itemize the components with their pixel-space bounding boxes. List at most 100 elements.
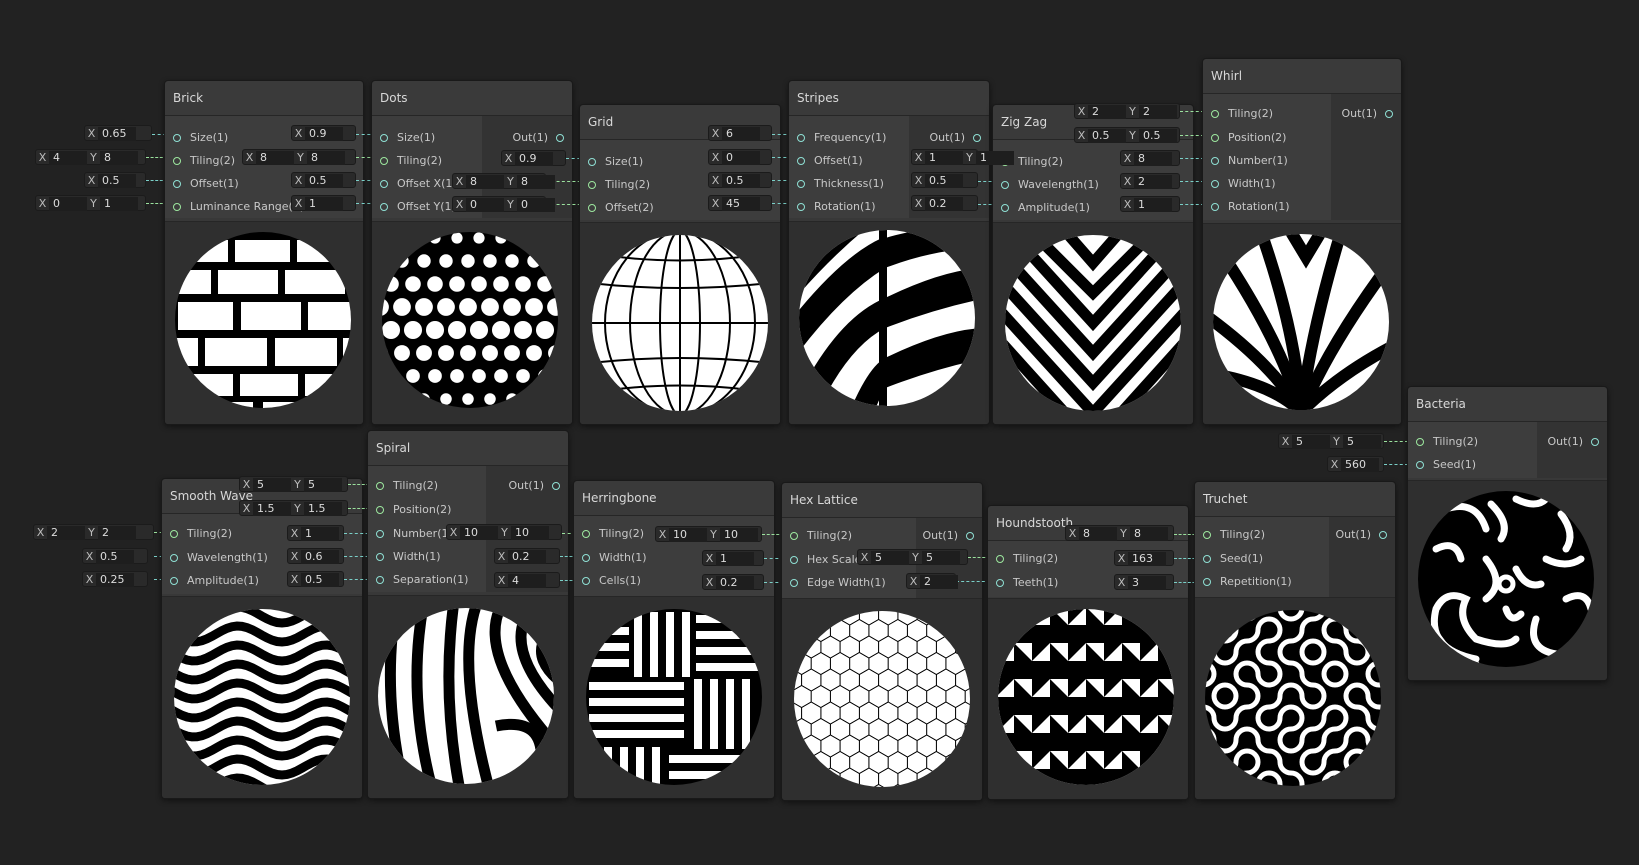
input-size[interactable]: Size(1) <box>173 131 228 145</box>
grid-tiling-field[interactable]: X8Y8 <box>452 173 555 189</box>
output-out[interactable]: Out(1) <box>484 131 564 145</box>
input-teeth[interactable]: Teeth(1) <box>996 576 1058 590</box>
herringbone-cells-field[interactable]: X4 <box>494 572 560 588</box>
whirl-node[interactable]: Whirl Out(1) Tiling(2) Position(2) Numbe… <box>1202 58 1402 425</box>
input-position[interactable]: Position(2) <box>1211 131 1286 145</box>
hexlattice-node[interactable]: Hex Lattice Out(1) Tiling(2) Hex Scale(1… <box>781 482 983 801</box>
zigzag-amplitude-field[interactable]: X 0.2 <box>911 195 978 211</box>
houndstooth-teeth-field[interactable]: X2 <box>906 573 958 589</box>
input-seed[interactable]: Seed(1) <box>1416 458 1476 472</box>
spiral-separation-field[interactable]: X 0.5 <box>287 571 344 587</box>
input-seed[interactable]: Seed(1) <box>1203 552 1263 566</box>
stripes-thickness-field[interactable]: X 0.5 <box>708 172 772 188</box>
input-size[interactable]: Size(1) <box>380 131 435 145</box>
input-tiling[interactable]: Tiling(2) <box>173 154 235 168</box>
spiral-tiling-field[interactable]: X5Y5 <box>239 476 348 492</box>
bacteria-node[interactable]: Bacteria Out(1) Tiling(2) Seed(1) <box>1407 386 1608 681</box>
stripes-offset-field[interactable]: X0 <box>708 149 772 165</box>
input-tiling[interactable]: Tiling(2) <box>1211 107 1273 121</box>
input-edge-width[interactable]: Edge Width(1) <box>790 576 886 590</box>
input-offset[interactable]: Offset(1) <box>173 177 239 191</box>
input-position[interactable]: Position(2) <box>376 503 451 517</box>
input-tiling[interactable]: Tiling(2) <box>1416 435 1478 449</box>
dots-node[interactable]: Dots Out(1) Size(1) Tiling(2) Offset X(1… <box>371 80 573 425</box>
input-width[interactable]: Width(1) <box>376 550 441 564</box>
node-title[interactable]: Truchet <box>1195 482 1395 517</box>
spiral-number-field[interactable]: X1 <box>287 525 344 541</box>
input-thickness[interactable]: Thickness(1) <box>797 177 884 191</box>
node-title[interactable]: Spiral <box>368 431 568 466</box>
input-width[interactable]: Width(1) <box>1211 177 1276 191</box>
spiral-node[interactable]: Spiral Out(1) Tiling(2) Position(2) Numb… <box>367 430 569 799</box>
spiral-position-field[interactable]: X 1.5 Y 1.5 <box>239 500 348 516</box>
shader-graph-canvas[interactable]: { "nodes":{ "brick":{"title":"Brick","in… <box>0 0 1639 865</box>
truchet-tiling-field[interactable]: X8Y8 <box>1065 525 1174 541</box>
input-width[interactable]: Width(1) <box>582 551 647 565</box>
input-tiling[interactable]: Tiling(2) <box>790 529 852 543</box>
dots-offsetx-field[interactable]: X 0.5 <box>291 172 356 188</box>
truchet-seed-field[interactable]: X 163 <box>1114 550 1174 566</box>
input-cells[interactable]: Cells(1) <box>582 574 641 588</box>
input-separation[interactable]: Separation(1) <box>376 573 468 587</box>
hexlattice-scale-field[interactable]: X1 <box>702 550 764 566</box>
output-out[interactable]: Out(1) <box>911 131 981 145</box>
node-title[interactable]: Whirl <box>1203 59 1401 94</box>
brick-size-field[interactable]: X 0.65 <box>84 125 152 141</box>
stripes-rotation-field[interactable]: X 45 <box>708 195 772 211</box>
output-out[interactable]: Out(1) <box>1333 107 1393 121</box>
bacteria-tiling-field[interactable]: X5Y5 <box>1278 433 1384 449</box>
node-title[interactable]: Dots <box>372 81 572 116</box>
stripes-node[interactable]: Stripes Out(1) Frequency(1) Offset(1) Th… <box>788 80 990 425</box>
output-out[interactable]: Out(1) <box>488 479 560 493</box>
herringbone-tiling-field[interactable]: X 10 Y 10 <box>446 524 562 540</box>
bacteria-seed-field[interactable]: X 560 <box>1327 456 1384 472</box>
truchet-repetition-field[interactable]: X3 <box>1114 574 1174 590</box>
input-tiling[interactable]: Tiling(2) <box>380 154 442 168</box>
truchet-node[interactable]: Truchet Out(1) Tiling(2) Seed(1) Repetit… <box>1194 481 1396 800</box>
input-tiling[interactable]: Tiling(2) <box>1203 528 1265 542</box>
output-out[interactable]: Out(1) <box>916 529 974 543</box>
node-title[interactable]: Stripes <box>789 81 989 116</box>
whirl-rotation-field[interactable]: X1 <box>1120 196 1180 212</box>
input-size[interactable]: Size(1) <box>588 155 643 169</box>
input-rotation[interactable]: Rotation(1) <box>797 200 876 214</box>
brick-offset-field[interactable]: X 0.5 <box>84 172 146 188</box>
node-title[interactable]: Bacteria <box>1408 387 1607 422</box>
brick-tiling-field[interactable]: X4Y8 <box>35 149 146 165</box>
whirl-number-field[interactable]: X8 <box>1120 150 1180 166</box>
houndstooth-tiling-field[interactable]: X5Y5 <box>857 549 968 565</box>
stripes-frequency-field[interactable]: X6 <box>708 125 772 141</box>
smoothwave-wavelength-field[interactable]: X 0.5 <box>82 548 148 564</box>
input-rotation[interactable]: Rotation(1) <box>1211 200 1290 214</box>
whirl-width-field[interactable]: X2 <box>1120 173 1180 189</box>
output-out[interactable]: Out(1) <box>1539 435 1599 449</box>
zigzag-wavelength-field[interactable]: X 0.5 <box>911 172 978 188</box>
dots-tiling-field[interactable]: X8Y8 <box>242 149 356 165</box>
whirl-position-field[interactable]: X 0.5 Y 0.5 <box>1074 127 1180 143</box>
input-amplitude[interactable]: Amplitude(1) <box>170 574 259 588</box>
dots-size-field[interactable]: X 0.9 <box>291 125 356 141</box>
input-offset-x[interactable]: Offset X(1) <box>380 177 457 191</box>
zigzag-tiling-field[interactable]: X1Y1 <box>911 149 1014 165</box>
dots-offsety-field[interactable]: X1 <box>291 195 356 211</box>
brick-luminance-field[interactable]: X0Y1 <box>35 195 146 211</box>
whirl-tiling-field[interactable]: X2Y2 <box>1074 103 1180 119</box>
input-tiling[interactable]: Tiling(2) <box>588 178 650 192</box>
input-number[interactable]: Number(1) <box>376 527 453 541</box>
input-tiling[interactable]: Tiling(2) <box>996 552 1058 566</box>
node-title[interactable]: Brick <box>165 81 363 116</box>
spiral-width-field[interactable]: X 0.6 <box>287 548 344 564</box>
input-frequency[interactable]: Frequency(1) <box>797 131 886 145</box>
node-title[interactable]: Herringbone <box>574 481 774 516</box>
herringbone-width-field[interactable]: X 0.2 <box>494 548 560 564</box>
input-offset-y[interactable]: Offset Y(1) <box>380 200 456 214</box>
input-wavelength[interactable]: Wavelength(1) <box>170 551 268 565</box>
smoothwave-amplitude-field[interactable]: X 0.25 <box>82 571 148 587</box>
input-offset[interactable]: Offset(2) <box>588 201 654 215</box>
output-out[interactable]: Out(1) <box>1329 528 1387 542</box>
input-tiling[interactable]: Tiling(2) <box>582 527 644 541</box>
input-repetition[interactable]: Repetition(1) <box>1203 575 1292 589</box>
grid-offset-field[interactable]: X0Y0 <box>452 196 555 212</box>
hexlattice-edge-field[interactable]: X 0.2 <box>702 574 764 590</box>
input-amplitude[interactable]: Amplitude(1) <box>1001 201 1090 215</box>
